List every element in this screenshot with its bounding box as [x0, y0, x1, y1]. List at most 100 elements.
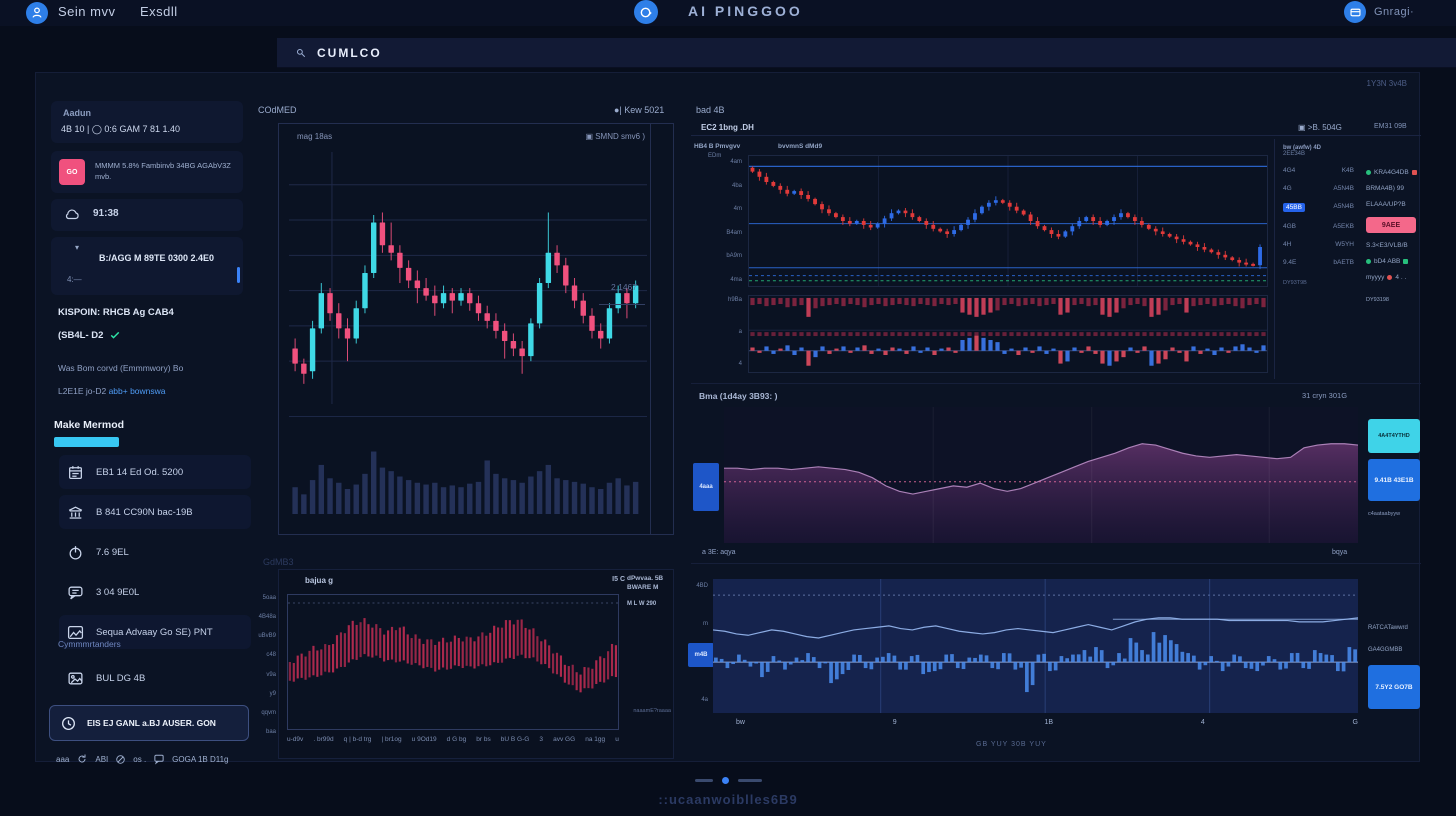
sidebar-item[interactable]: B 841 CC90N bac-19B [59, 495, 251, 529]
price-tick: 4G4 [1283, 167, 1295, 174]
ytick-label: 4ba [732, 183, 742, 189]
watermark: ::ucaanwoiblles6B9 [0, 792, 1456, 807]
price-tick: 4G [1283, 185, 1292, 192]
xtick-label: 1B [1044, 719, 1053, 726]
blue-left-tag[interactable]: m4B [688, 643, 714, 667]
pager-dash-2[interactable] [738, 779, 762, 782]
right-oscillator-chart[interactable] [748, 295, 1268, 373]
refresh-icon[interactable] [76, 753, 88, 765]
xtick-label: bw [736, 719, 745, 726]
sell-button[interactable]: 9AEE [1366, 217, 1416, 233]
user-avatar-icon[interactable] [26, 2, 48, 24]
lower-histogram-chart[interactable] [287, 594, 619, 730]
progress-bar[interactable] [54, 437, 119, 447]
nav-item-1[interactable]: Sein mvv [58, 4, 115, 19]
xtick-label: u-d9v [287, 736, 303, 743]
scrollbar-thumb[interactable] [237, 267, 240, 283]
main-chart-label: mag 18as [297, 132, 332, 141]
pager-dot-active[interactable] [722, 777, 729, 784]
blue-right-text-2: GA4GGMBB [1368, 647, 1402, 653]
chevron-down-icon[interactable]: ▾ [75, 243, 79, 252]
search-input-value[interactable]: CUMLCO [317, 46, 382, 60]
search-bar[interactable]: CUMLCO [277, 38, 1456, 68]
chat-icon [67, 584, 84, 601]
lower-yaxis-ticks: 5oaa4B48auBvB9c48v9ay9qqvmbaa [254, 595, 276, 735]
sidebar-item[interactable]: EB1 14 Ed Od. 5200 [59, 455, 251, 489]
legend-item[interactable]: S.3<E3/VLB/B [1366, 242, 1422, 249]
sidebar-link[interactable]: Cymmmrtanders [58, 639, 121, 649]
account-icon[interactable] [1344, 1, 1366, 23]
alert-text: MMMM 5.8% Fambinvb 34BG AGAbV3Z mvb. [95, 160, 237, 182]
ban-icon[interactable] [115, 754, 126, 765]
calendar-icon [67, 464, 84, 481]
sidebar-alert-tile[interactable]: GO MMMM 5.8% Fambinvb 34BG AGAbV3Z mvb. [51, 151, 243, 193]
price-value: A5N4B [1333, 185, 1354, 192]
chat-box-icon[interactable] [153, 753, 165, 765]
brand-logo-icon[interactable] [634, 0, 658, 24]
legend-item[interactable]: bD4 ABB [1366, 258, 1422, 265]
sidebar-note-1: KISPOIN: RHCB Ag CAB4 [58, 307, 174, 318]
account-label[interactable]: Gnragi· [1374, 6, 1414, 18]
purple-area-chart[interactable] [724, 407, 1358, 543]
main-panel: 1Y3N 3v4B Aadun 4B 10 | ◯ 0:6 GAM 7 81 1… [35, 72, 1420, 762]
main-volume-chart[interactable] [289, 416, 647, 514]
purple-left-tag[interactable]: 4aaa [693, 463, 719, 511]
bottom-text-2: ABI [95, 755, 108, 764]
legend-item[interactable]: myyyy4 . . [1366, 274, 1422, 281]
right-inlabel-2: bvvmnS dMd9 [778, 143, 822, 150]
legend-item[interactable]: 9AEE [1366, 217, 1422, 233]
price-tick: 4GB [1283, 223, 1296, 230]
right-panel-sub: EC2 1bng .DH [701, 123, 754, 132]
sidebar-item-label: 3 04 9E0L [96, 587, 139, 598]
lower-right-4: naaamE?raaaa [633, 708, 671, 714]
sidebar-cloud-row[interactable]: 91:38 [51, 199, 243, 231]
right-sub-yaxis-ticks: h9Baa4 [698, 297, 742, 367]
ytick-label: h9Ba [728, 297, 742, 303]
sidebar-status-card[interactable]: Aadun 4B 10 | ◯ 0:6 GAM 7 81 1.40 [51, 101, 243, 143]
main-candlestick-chart[interactable] [289, 152, 647, 404]
xtick-label: 3 [539, 736, 543, 743]
price-axis-row: 45BBA5N4B [1283, 203, 1354, 212]
lower-chart-card: bajua g I5 C dPwvaa. 5B BWARE M M L W 29… [278, 569, 674, 759]
sidebar-item[interactable]: BUL DG 4B [59, 661, 251, 695]
brand-title: AI PINGGOO [688, 3, 803, 19]
lower-right-3: M L W 290 [627, 600, 671, 609]
price-value: K4B [1342, 167, 1354, 174]
nav-item-2[interactable]: Exsdll [140, 4, 178, 19]
legend-item[interactable]: KRA4G4DB [1366, 169, 1422, 176]
sidebar-note-2: (SB4L- D2 [58, 330, 103, 341]
ytick-label: bA9m [726, 253, 742, 259]
status-line: 4B 10 | ◯ 0:6 GAM 7 81 1.40 [61, 124, 180, 135]
blue-oscillator-chart[interactable] [713, 579, 1358, 713]
sidebar-item[interactable]: 3 04 9E0L [59, 575, 251, 609]
sidebar-item[interactable]: 7.6 9EL [59, 535, 251, 569]
xtick-label: d G bg [447, 736, 467, 743]
right-candlestick-chart[interactable] [748, 155, 1268, 287]
card-icon [1349, 6, 1362, 19]
price-axis-row: 9.4EbAETB [1283, 259, 1354, 266]
price-rows: 4G4K4B4GA5N4B45BBA5N4B4GBA5EKB4HW5YH9.4E… [1283, 167, 1354, 266]
red-dot-icon [1387, 275, 1392, 280]
legend-item[interactable]: DY93198 [1366, 297, 1422, 303]
sidebar-highlight-item[interactable]: EIS EJ GANL a.BJ AUSER. GON [49, 705, 249, 741]
ytick-label: y9 [270, 691, 276, 697]
purple-button-2[interactable]: 9.41B 43E1B [1368, 459, 1420, 501]
purple-button-1[interactable]: 4A4T4YTHD [1368, 419, 1420, 453]
xtick-label: bU B G-G [501, 736, 530, 743]
xtick-label: avv GG [553, 736, 575, 743]
price-axis-row: 4G A5N4B [1283, 185, 1354, 192]
purple-title: Bma (1d4ay 3B93: ) [699, 391, 777, 401]
ytick-label: a [739, 329, 742, 335]
legend-item[interactable]: BRMA4B) 99 [1366, 185, 1422, 192]
main-chart-meta[interactable]: ▣ SMND smv6 ) [585, 132, 645, 141]
ytick-label: qqvm [261, 710, 276, 716]
image-icon [67, 670, 84, 687]
legend-item[interactable]: ELAAA/UP?B [1366, 201, 1422, 208]
sidebar-note-4-link[interactable]: abb+ bownswa [109, 386, 166, 396]
xtick-label: 9 [893, 719, 897, 726]
pager-dash-1[interactable] [695, 779, 713, 782]
sidebar-dropdown[interactable]: ▾ B:/AGG M 89TE 0300 2.4E0 4:— [51, 237, 243, 295]
lower-right-icons[interactable]: I5 C [612, 576, 625, 583]
green-dot-icon [1366, 259, 1371, 264]
blue-button[interactable]: 7.5Y2 GO7B [1368, 665, 1420, 709]
